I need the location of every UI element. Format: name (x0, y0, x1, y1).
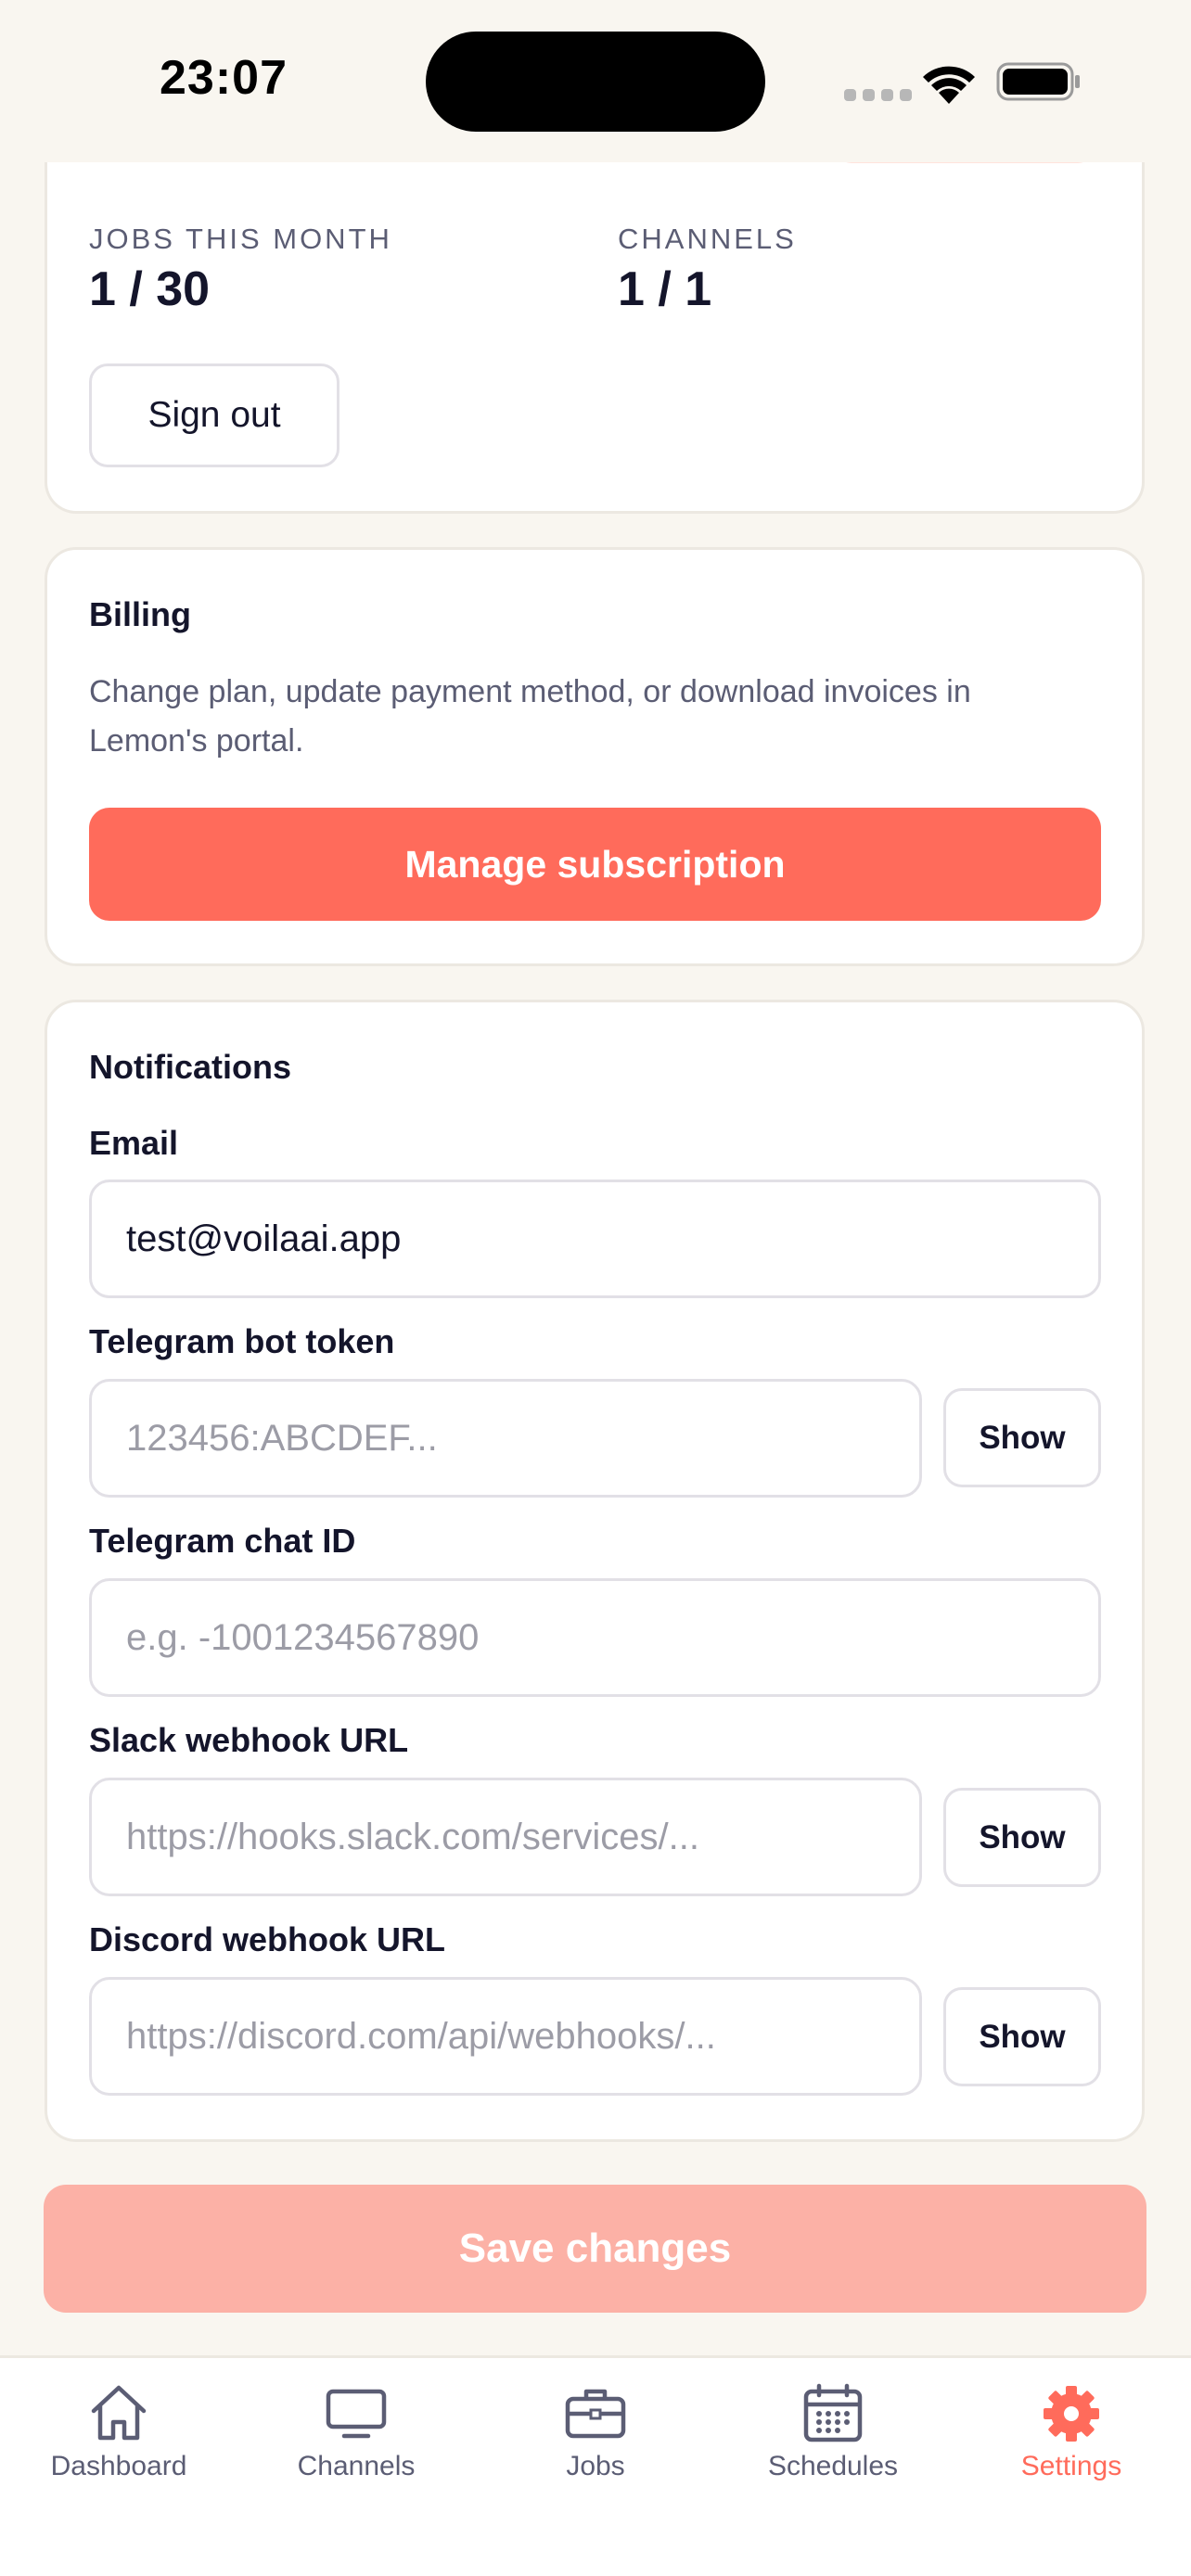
tab-bar: Dashboard Channels Jobs Schedules Settin… (0, 2355, 1191, 2576)
discord-webhook-show-button[interactable]: Show (943, 1987, 1101, 2086)
manage-subscription-button[interactable]: Manage subscription (89, 808, 1101, 921)
channels-value: 1 / 1 (618, 262, 712, 316)
cellular-signal-icon (844, 89, 912, 101)
house-icon (91, 2385, 147, 2441)
monitor-icon (326, 2389, 387, 2439)
tab-settings-label: Settings (1020, 2451, 1122, 2481)
gear-icon (1044, 2386, 1099, 2442)
calendar-icon (803, 2383, 863, 2442)
tab-channels-label: Channels (297, 2451, 416, 2481)
telegram-bot-token-label: Telegram bot token (89, 1322, 395, 1360)
tab-schedules-label: Schedules (767, 2451, 899, 2481)
telegram-bot-token-input[interactable]: 123456:ABCDEF... (89, 1379, 922, 1498)
tab-jobs-label: Jobs (566, 2451, 625, 2481)
notifications-card (45, 1000, 1145, 2142)
telegram-chat-id-label: Telegram chat ID (89, 1522, 356, 1560)
discord-webhook-label: Discord webhook URL (89, 1920, 446, 1958)
jobs-this-month-value: 1 / 30 (89, 262, 211, 316)
status-time: 23:07 (160, 51, 288, 105)
wifi-icon (923, 66, 975, 104)
briefcase-icon (565, 2389, 626, 2439)
billing-description: Change plan, update payment method, or d… (89, 674, 971, 759)
tab-channels[interactable]: Channels (237, 2358, 475, 2506)
telegram-token-show-button[interactable]: Show (943, 1388, 1101, 1487)
discord-webhook-input[interactable]: https://discord.com/api/webhooks/... (89, 1977, 922, 2096)
slack-webhook-input[interactable]: https://hooks.slack.com/services/... (89, 1778, 922, 1896)
slack-webhook-label: Slack webhook URL (89, 1721, 409, 1759)
jobs-this-month-label: JOBS THIS MONTH (89, 223, 392, 255)
tab-settings[interactable]: Settings (953, 2358, 1190, 2506)
dynamic-island (426, 32, 765, 132)
email-label: Email (89, 1124, 179, 1162)
email-field[interactable]: test@voilaai.app (89, 1180, 1101, 1298)
tab-dashboard-label: Dashboard (50, 2451, 187, 2481)
save-changes-button[interactable]: Save changes (44, 2185, 1146, 2313)
telegram-chat-id-input[interactable]: e.g. -1001234567890 (89, 1578, 1101, 1697)
status-bar: 23:07 (0, 0, 1191, 162)
battery-icon (996, 62, 1080, 101)
notifications-title: Notifications (89, 1048, 292, 1086)
slack-webhook-show-button[interactable]: Show (943, 1788, 1101, 1887)
tab-schedules[interactable]: Schedules (714, 2358, 952, 2506)
tab-dashboard[interactable]: Dashboard (0, 2358, 237, 2506)
sign-out-button[interactable]: Sign out (89, 363, 339, 467)
tab-jobs[interactable]: Jobs (477, 2358, 714, 2506)
billing-title: Billing (89, 595, 191, 633)
channels-label: CHANNELS (618, 223, 797, 255)
